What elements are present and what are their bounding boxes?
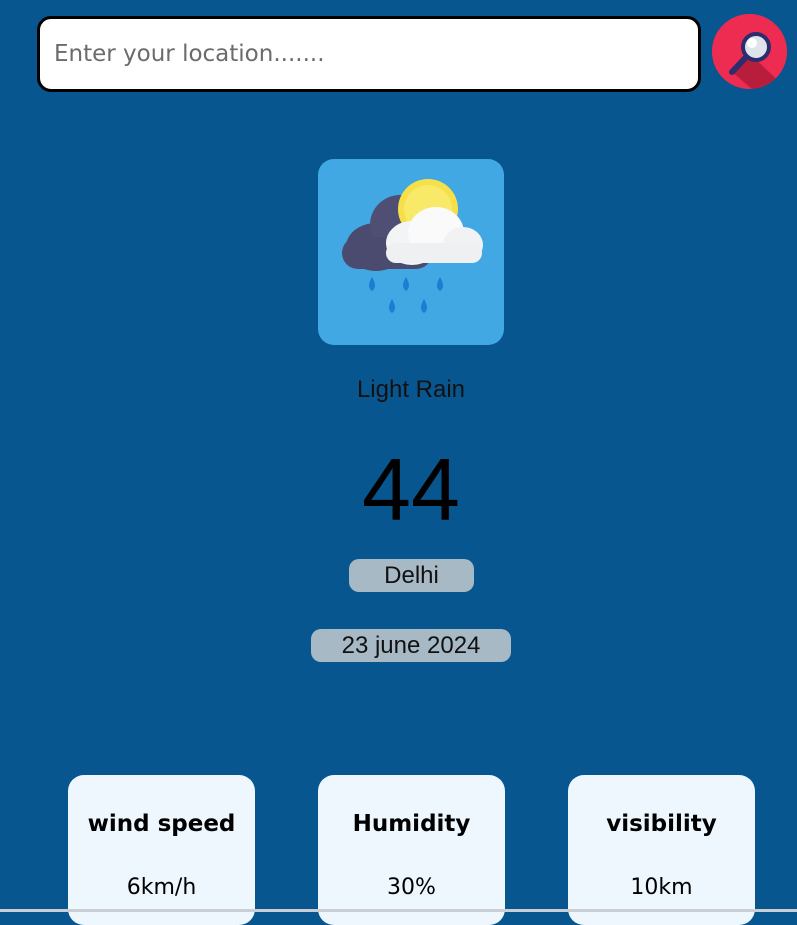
card-title: visibility [606,811,717,837]
card-value: 30% [387,875,436,900]
card-value: 6km/h [126,875,197,900]
card-title: wind speed [87,811,236,837]
card-value: 10km [630,875,693,900]
visibility-card: visibility 10km [568,775,755,925]
humidity-card: Humidity 30% [318,775,505,925]
cloud-sun-rain-icon [342,179,483,313]
city-label: Delhi [349,559,474,592]
temperature-value: 44 [362,440,460,539]
search-button[interactable] [712,14,787,89]
date-label: 23 june 2024 [311,629,511,662]
location-search-input[interactable] [37,16,701,92]
card-title: Humidity [352,811,471,837]
magnifier-icon [712,14,787,89]
weather-icon-box [318,159,504,345]
wind-speed-card: wind speed 6km/h [68,775,255,925]
weather-condition: Light Rain [356,376,466,403]
